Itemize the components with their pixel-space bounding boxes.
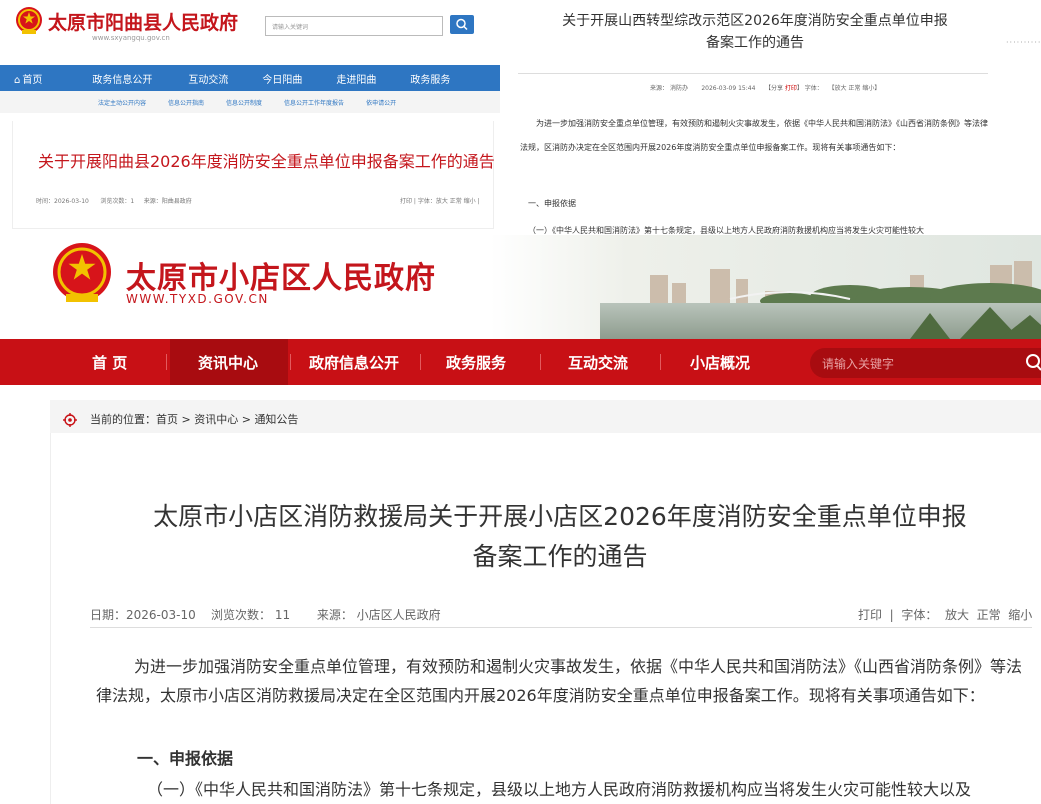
article-tools[interactable]: 打印 | 字体：放大 正常 缩小 | (400, 196, 480, 205)
meta-views: 浏览次数： 11 (211, 608, 291, 622)
site-url: www.sxyangqu.gov.cn (92, 34, 170, 42)
article-title: 关于开展阳曲县2026年度消防安全重点单位申报备案工作的通告 (38, 152, 495, 171)
nav-separator (540, 354, 541, 370)
collage-stage: 太原市阳曲县人民政府 www.sxyangqu.gov.cn 请输入关键词 ⌂ 首… (0, 0, 1041, 804)
site-title: 太原市阳曲县人民政府 (48, 12, 239, 34)
nav-separator (420, 354, 421, 370)
xiaodian-panel: 太原市小店区人民政府 WWW.TYXD.GOV.CN 首 页 资讯中心 政府信息… (0, 235, 1041, 804)
meta-date: 时间：2026-03-10 (36, 198, 89, 205)
article-meta: 时间：2026-03-10 浏览次数：1 来源：阳曲县政府 (36, 196, 192, 205)
nav-item-interact[interactable]: 互动交流 (174, 71, 242, 86)
article-paragraph: （一）《中华人民共和国消防法》第十七条规定，县级以上地方人民政府消防救援机构应当… (528, 226, 924, 235)
nav-item-info[interactable]: 政务信息公开 (78, 71, 166, 86)
print-link[interactable]: 打印 (785, 85, 797, 92)
meta-source: 来源： 小店区人民政府 (316, 608, 441, 622)
main-nav: ⌂ 首页 政务信息公开 互动交流 今日阳曲 走进阳曲 政务服务 (0, 65, 500, 91)
nav-item-news[interactable]: 资讯中心 (198, 352, 258, 373)
search-input[interactable]: 请输入关键字 (810, 348, 1041, 378)
article-meta: 日期：2026-03-10 浏览次数： 11 来源： 小店区人民政府 (90, 606, 441, 623)
font-size-larger[interactable]: 放大 (945, 608, 969, 622)
breadcrumb-label: 当前的位置： (90, 413, 156, 426)
article-paragraph: （一）《中华人民共和国消防法》第十七条规定，县级以上地方人民政府消防救援机构应当… (147, 780, 972, 799)
font-size-label: 字体： (901, 608, 938, 622)
nav-separator (166, 354, 167, 370)
meta-font-label: 】 字体： (796, 85, 823, 92)
article-title: 关于开展山西转型综改示范区2026年度消防安全重点单位申报 备案工作的通告 (500, 10, 1010, 54)
dotted-divider: ·········· (1006, 38, 1041, 47)
subnav-item[interactable]: 信息公开制度 (226, 98, 262, 107)
search-input[interactable]: 请输入关键词 (265, 16, 443, 36)
article-paragraph: 为进一步加强消防安全重点单位管理，有效预防和遏制火灾事故发生，依据《中华人民共和… (520, 119, 988, 152)
meta-date: 2026-03-09 15:44 (701, 85, 756, 92)
nav-item-service[interactable]: 政务服务 (446, 352, 506, 373)
location-target-icon (63, 413, 77, 427)
subnav-item[interactable]: 信息公开工作年度报告 (284, 98, 344, 107)
section-heading: 一、申报依据 (528, 199, 576, 208)
title-line-1: 关于开展山西转型综改示范区2026年度消防安全重点单位申报 (562, 13, 948, 29)
meta-date: 日期：2026-03-10 (90, 608, 196, 622)
search-icon (456, 18, 468, 31)
title-line-2: 备案工作的通告 (472, 542, 648, 571)
nav-item-interact[interactable]: 互动交流 (568, 352, 628, 373)
title-line-2: 备案工作的通告 (706, 35, 804, 51)
article-title: 太原市小店区消防救援局关于开展小店区2026年度消防安全重点单位申报 备案工作的… (80, 497, 1040, 577)
meta-source-label: 来源： (650, 85, 669, 92)
article-card (12, 121, 494, 229)
subnav-item[interactable]: 法定主动公开内容 (98, 98, 146, 107)
nav-item-service[interactable]: 政务服务 (396, 71, 464, 86)
subnav-item[interactable]: 信息公开指南 (168, 98, 204, 107)
meta-source: 消防办 (669, 85, 688, 92)
breadcrumb-news[interactable]: 资讯中心 (194, 413, 238, 426)
nav-item-gov-info[interactable]: 政府信息公开 (309, 352, 399, 373)
breadcrumb-notices[interactable]: 通知公告 (254, 413, 298, 426)
meta-share[interactable]: 【分享 (765, 85, 783, 92)
national-emblem-icon (16, 7, 42, 34)
sub-nav: 法定主动公开内容 信息公开指南 信息公开制度 信息公开工作年度报告 依申请公开 (0, 91, 500, 113)
meta-views: 浏览次数：1 (100, 198, 135, 205)
national-emblem-icon (53, 243, 111, 302)
cityscape-banner-image (490, 235, 1041, 339)
title-line-1: 太原市小店区消防救援局关于开展小店区2026年度消防安全重点单位申报 (153, 502, 967, 531)
nav-item-home[interactable]: ⌂ 首页 (0, 71, 56, 86)
font-size-smaller[interactable]: 缩小 (1008, 608, 1032, 622)
nav-item-home[interactable]: 首 页 (92, 352, 127, 373)
article-paragraph: 为进一步加强消防安全重点单位管理，有效预防和遏制火灾事故发生，依据《中华人民共和… (96, 657, 1023, 705)
nav-item-about[interactable]: 小店概况 (690, 352, 750, 373)
print-link[interactable]: 打印 (858, 608, 882, 622)
nav-item-explore[interactable]: 走进阳曲 (322, 71, 390, 86)
nav-separator (290, 354, 291, 370)
font-size-normal[interactable]: 正常 (977, 608, 1001, 622)
nav-separator (660, 354, 661, 370)
nav-item-today[interactable]: 今日阳曲 (248, 71, 316, 86)
search-button[interactable] (450, 15, 474, 34)
article-meta: 来源： 消防办 2026-03-09 15:44 【分享 打印】 字体： 【放大… (650, 83, 880, 92)
section-heading: 一、申报依据 (137, 749, 234, 768)
subnav-item[interactable]: 依申请公开 (366, 98, 396, 107)
site-title: 太原市小店区人民政府 (126, 261, 436, 296)
divider (518, 73, 988, 74)
search-icon[interactable] (1024, 353, 1041, 373)
site-url: WWW.TYXD.GOV.CN (126, 292, 269, 306)
breadcrumb-home[interactable]: 首页 (156, 413, 178, 426)
meta-source: 来源：阳曲县政府 (143, 198, 192, 205)
divider (90, 627, 1032, 628)
article-tools: 打印 | 字体： 放大 正常 缩小 (858, 608, 1033, 622)
yangqu-panel: 太原市阳曲县人民政府 www.sxyangqu.gov.cn 请输入关键词 ⌂ 首… (0, 0, 500, 235)
font-size-controls[interactable]: 【放大 正常 缩小】 (829, 85, 881, 92)
breadcrumb: 当前的位置：首页 > 资讯中心 > 通知公告 (90, 413, 299, 426)
shanxi-panel: 关于开展山西转型综改示范区2026年度消防安全重点单位申报 备案工作的通告 ··… (500, 0, 1041, 235)
